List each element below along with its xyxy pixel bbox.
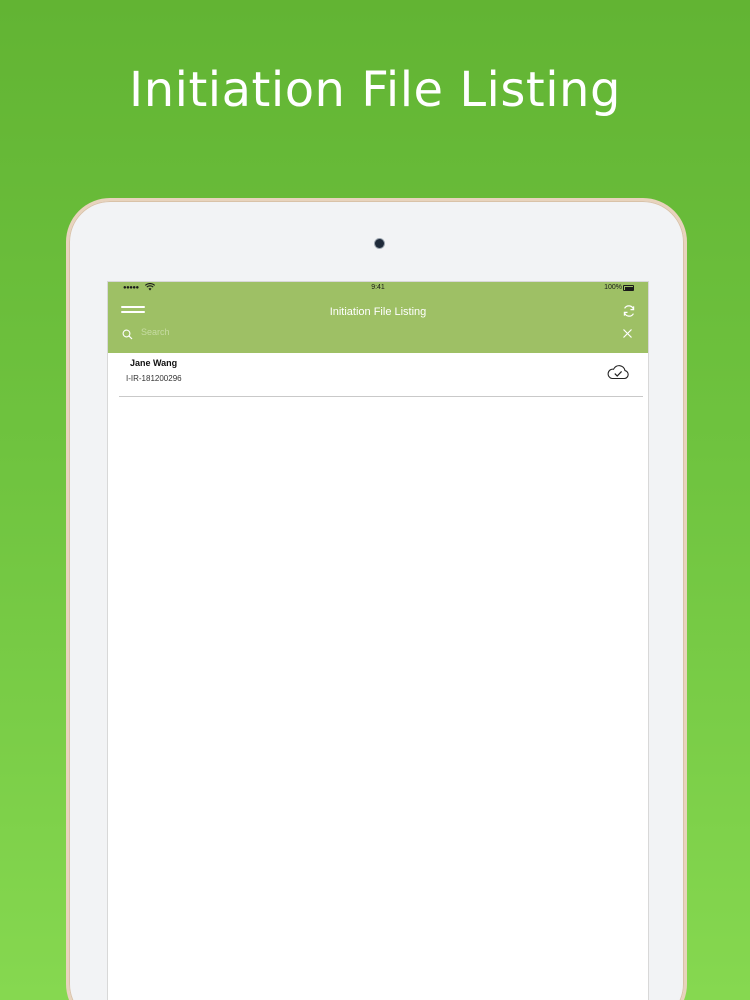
file-name: Jane Wang [130,358,178,368]
close-icon[interactable] [622,326,633,338]
refresh-icon[interactable] [622,304,636,318]
battery-icon [623,285,634,291]
camera [375,239,384,248]
app-bar: ●●●●● 9:41 100% Initiation File Listing [108,282,648,353]
tablet-frame: ●●●●● 9:41 100% Initiation File Listing [66,198,687,1000]
search-icon [122,327,133,340]
cloud-check-icon [606,364,630,380]
status-bar: ●●●●● 9:41 100% [108,282,648,295]
battery-percent: 100% [604,284,622,291]
nav-title: Initiation File Listing [329,306,427,318]
search-input[interactable] [141,325,591,339]
status-time: 9:41 [371,284,385,291]
list-item[interactable]: Jane Wang I-IR-181200296 [119,353,643,397]
file-id: I-IR-181200296 [126,374,182,383]
app-screen: ●●●●● 9:41 100% Initiation File Listing [107,281,649,1000]
promo-title: Initiation File Listing [129,62,621,118]
